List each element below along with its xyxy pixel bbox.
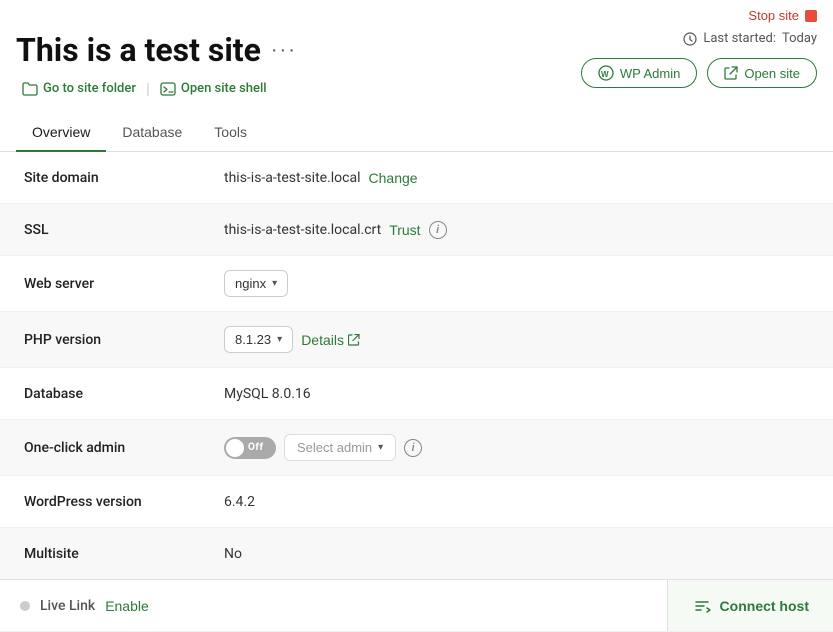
tabs-bar: Overview Database Tools (0, 114, 833, 152)
web-server-row: Web server nginx ▾ (0, 256, 833, 312)
database-value: MySQL 8.0.16 (224, 386, 809, 402)
tab-overview[interactable]: Overview (16, 114, 106, 152)
site-info-table: Site domain this-is-a-test-site.local Ch… (0, 152, 833, 632)
wordpress-version-row: WordPress version 6.4.2 (0, 476, 833, 528)
php-version-dropdown[interactable]: 8.1.23 ▾ (224, 326, 293, 353)
connect-host-label: Connect host (720, 598, 809, 614)
change-domain-button[interactable]: Change (369, 170, 418, 186)
open-site-label: Open site (744, 66, 800, 81)
open-shell-label: Open site shell (181, 81, 267, 96)
link-separator: | (146, 79, 150, 98)
ssl-info-icon[interactable]: i (429, 221, 447, 239)
wordpress-version-label: WordPress version (24, 494, 224, 510)
ssl-value: this-is-a-test-site.local.crt Trust i (224, 221, 809, 239)
open-site-shell-link[interactable]: Open site shell (154, 79, 273, 98)
web-server-label: Web server (24, 276, 224, 292)
site-title: This is a test site (16, 31, 261, 69)
one-click-admin-row: One-click admin Off Select admin ▾ i (0, 420, 833, 476)
live-dot-icon (20, 601, 30, 611)
header-actions: W WP Admin Open site (581, 58, 817, 88)
ssl-row: SSL this-is-a-test-site.local.crt Trust … (0, 204, 833, 256)
enable-live-link-button[interactable]: Enable (105, 598, 149, 614)
ssl-label: SSL (24, 222, 224, 238)
stop-site-button[interactable]: Stop site (748, 8, 817, 23)
chevron-down-icon: ▾ (272, 278, 277, 289)
stop-site-label: Stop site (748, 8, 799, 23)
top-bar: Stop site (0, 0, 833, 31)
external-link-icon (724, 66, 738, 80)
stop-icon (805, 10, 817, 22)
tab-database[interactable]: Database (106, 114, 198, 152)
connect-host-button[interactable]: Connect host (667, 580, 833, 631)
header-right: Last started: Today W WP Admin Open sit (581, 31, 817, 88)
multisite-row: Multisite No (0, 528, 833, 580)
database-text: MySQL 8.0.16 (224, 386, 311, 402)
toggle-knob (226, 439, 244, 457)
wordpress-version-text: 6.4.2 (224, 494, 255, 510)
terminal-icon (160, 82, 176, 96)
one-click-admin-value: Off Select admin ▾ i (224, 434, 809, 461)
select-admin-dropdown[interactable]: Select admin ▾ (284, 434, 396, 461)
wp-admin-button[interactable]: W WP Admin (581, 58, 697, 88)
php-version-value: 8.1.23 ▾ Details (224, 326, 809, 353)
ssl-cert-text: this-is-a-test-site.local.crt (224, 222, 381, 238)
site-domain-label: Site domain (24, 170, 224, 186)
goto-site-folder-link[interactable]: Go to site folder (16, 79, 142, 98)
site-title-row: This is a test site ··· (16, 31, 297, 69)
wp-icon: W (598, 65, 614, 81)
php-details-button[interactable]: Details (301, 332, 360, 348)
php-version-row: PHP version 8.1.23 ▾ Details (0, 312, 833, 368)
folder-icon (22, 82, 38, 96)
multisite-value: No (224, 546, 809, 562)
bottom-bar: Live Link Enable Connect host (0, 579, 833, 631)
open-site-button[interactable]: Open site (707, 58, 817, 88)
php-version-selected: 8.1.23 (235, 332, 271, 347)
multisite-text: No (224, 546, 242, 562)
database-label: Database (24, 386, 224, 402)
last-started-label: Last started: (703, 31, 776, 46)
external-link-small-icon (348, 334, 360, 346)
one-click-admin-label: One-click admin (24, 440, 224, 456)
tab-tools[interactable]: Tools (198, 114, 263, 152)
clock-icon (683, 32, 697, 46)
site-domain-row: Site domain this-is-a-test-site.local Ch… (0, 152, 833, 204)
more-menu-button[interactable]: ··· (271, 40, 297, 60)
php-chevron-icon: ▾ (277, 334, 282, 345)
svg-text:W: W (601, 70, 609, 79)
trust-ssl-button[interactable]: Trust (389, 222, 420, 238)
select-admin-chevron-icon: ▾ (378, 442, 383, 453)
one-click-admin-toggle[interactable]: Off (224, 437, 276, 459)
toggle-off-text: Off (248, 442, 264, 453)
wp-admin-label: WP Admin (620, 66, 680, 81)
live-link-label: Live Link (40, 598, 95, 614)
last-started-value: Today (782, 31, 817, 46)
web-server-selected: nginx (235, 276, 266, 291)
web-server-value: nginx ▾ (224, 270, 809, 297)
wordpress-version-value: 6.4.2 (224, 494, 809, 510)
header-links: Go to site folder | Open site shell (16, 79, 297, 98)
header: This is a test site ··· Go to site folde… (0, 31, 833, 106)
php-version-label: PHP version (24, 332, 224, 348)
web-server-dropdown[interactable]: nginx ▾ (224, 270, 288, 297)
select-admin-placeholder: Select admin (297, 440, 372, 455)
connect-host-icon (692, 596, 712, 616)
database-row: Database MySQL 8.0.16 (0, 368, 833, 420)
site-domain-value: this-is-a-test-site.local Change (224, 170, 809, 186)
multisite-label: Multisite (24, 546, 224, 562)
header-left: This is a test site ··· Go to site folde… (16, 31, 297, 98)
goto-folder-label: Go to site folder (43, 81, 136, 96)
one-click-admin-info-icon[interactable]: i (404, 439, 422, 457)
live-link-section: Live Link Enable (0, 598, 169, 614)
site-domain-text: this-is-a-test-site.local (224, 170, 361, 186)
last-started: Last started: Today (683, 31, 817, 46)
